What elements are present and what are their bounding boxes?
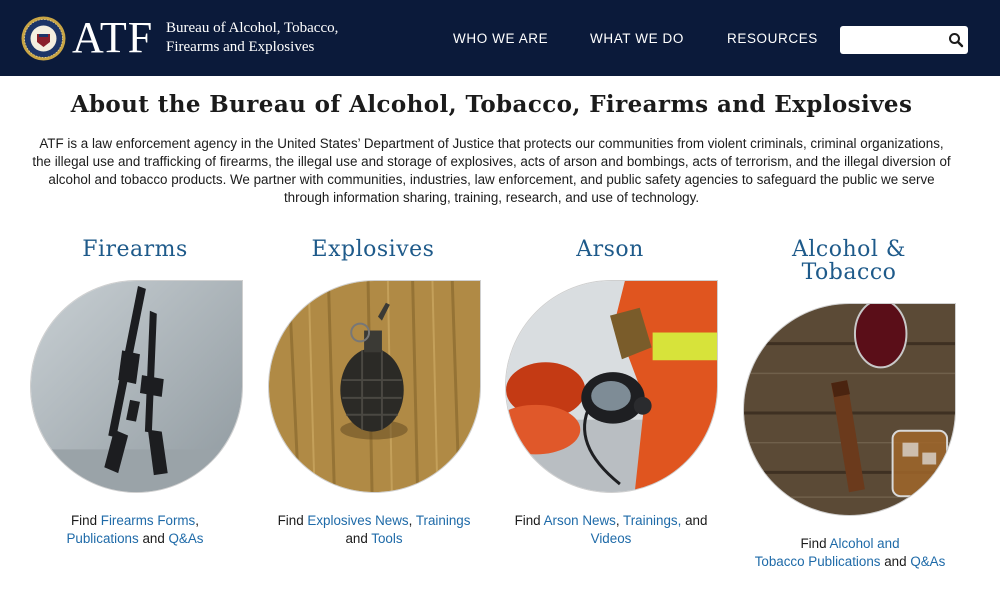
caption-separator: , <box>195 513 199 528</box>
caption-separator: , <box>408 513 413 528</box>
nav-who-we-are[interactable]: WHO WE ARE <box>453 31 548 46</box>
link-firearms-qas[interactable]: Q&As <box>169 531 204 546</box>
hand-grenade-on-wood-image[interactable] <box>268 280 481 493</box>
caption-and: and <box>685 513 708 528</box>
agency-name-line2: Firearms and Explosives <box>166 39 315 55</box>
topic-title-line1: Alcohol & <box>791 237 907 262</box>
page-title: About the Bureau of Alcohol, Tobacco, Fi… <box>70 91 913 118</box>
explosives-caption: Find Explosives News, Trainings and Tool… <box>268 512 480 548</box>
caption-and: and <box>884 554 907 569</box>
link-explosives-news[interactable]: Explosives News <box>307 513 408 528</box>
wine-cigar-whiskey-image[interactable] <box>743 303 956 516</box>
firearms-photo <box>31 281 242 492</box>
link-explosives-tools[interactable]: Tools <box>371 531 402 546</box>
caption-find: Find <box>277 513 304 528</box>
intro-paragraph: ATF is a law enforcement agency in the U… <box>32 136 951 205</box>
alcohol-tobacco-caption: Find Alcohol and Tobacco Publications an… <box>740 535 960 571</box>
link-tobacco-publications[interactable]: Tobacco Publications <box>755 554 881 569</box>
nav-resources[interactable]: RESOURCES <box>727 31 818 46</box>
rifles-against-wall-image[interactable] <box>30 280 243 493</box>
atf-seal-icon[interactable] <box>21 16 66 61</box>
agency-name: Bureau of Alcohol, Tobacco, Firearms and… <box>166 19 338 57</box>
explosives-photo <box>269 281 480 492</box>
caption-separator: , <box>615 513 620 528</box>
search-input[interactable] <box>844 30 944 50</box>
site-logo-text[interactable]: ATF <box>72 14 153 62</box>
link-arson-news[interactable]: Arson News <box>544 513 616 528</box>
site-header: ATF Bureau of Alcohol, Tobacco, Firearms… <box>0 0 1000 76</box>
topic-title-line2: Tobacco <box>801 260 897 285</box>
agency-name-line1: Bureau of Alcohol, Tobacco, <box>166 20 339 36</box>
topic-title-explosives[interactable]: Explosives <box>268 238 478 261</box>
firearms-caption: Find Firearms Forms, Publications and Q&… <box>30 512 240 548</box>
topic-title-firearms[interactable]: Firearms <box>30 238 240 261</box>
alcohol-tobacco-photo <box>744 304 955 515</box>
arson-photo <box>506 281 717 492</box>
caption-find: Find <box>800 536 827 551</box>
firefighter-with-mask-image[interactable] <box>505 280 718 493</box>
link-arson-trainings[interactable]: Trainings, <box>623 513 681 528</box>
link-alcohol-and[interactable]: Alcohol and <box>830 536 900 551</box>
topic-title-arson[interactable]: Arson <box>505 238 715 261</box>
nav-what-we-do[interactable]: WHAT WE DO <box>590 31 684 46</box>
link-arson-videos[interactable]: Videos <box>591 531 632 546</box>
link-firearms-publications[interactable]: Publications <box>66 531 138 546</box>
caption-find: Find <box>70 513 98 528</box>
arson-caption: Find Arson News, Trainings, and Videos <box>505 512 717 548</box>
caption-and: and <box>142 531 165 546</box>
link-explosives-trainings[interactable]: Trainings <box>416 513 471 528</box>
search-box <box>840 26 968 54</box>
topic-title-alcohol-tobacco[interactable]: Alcohol & Tobacco <box>743 238 955 284</box>
caption-find: Find <box>514 513 541 528</box>
caption-and: and <box>345 531 368 546</box>
link-firearms-forms[interactable]: Firearms Forms <box>101 513 195 528</box>
link-alcohol-tobacco-qas[interactable]: Q&As <box>910 554 945 569</box>
search-icon[interactable] <box>948 32 964 48</box>
